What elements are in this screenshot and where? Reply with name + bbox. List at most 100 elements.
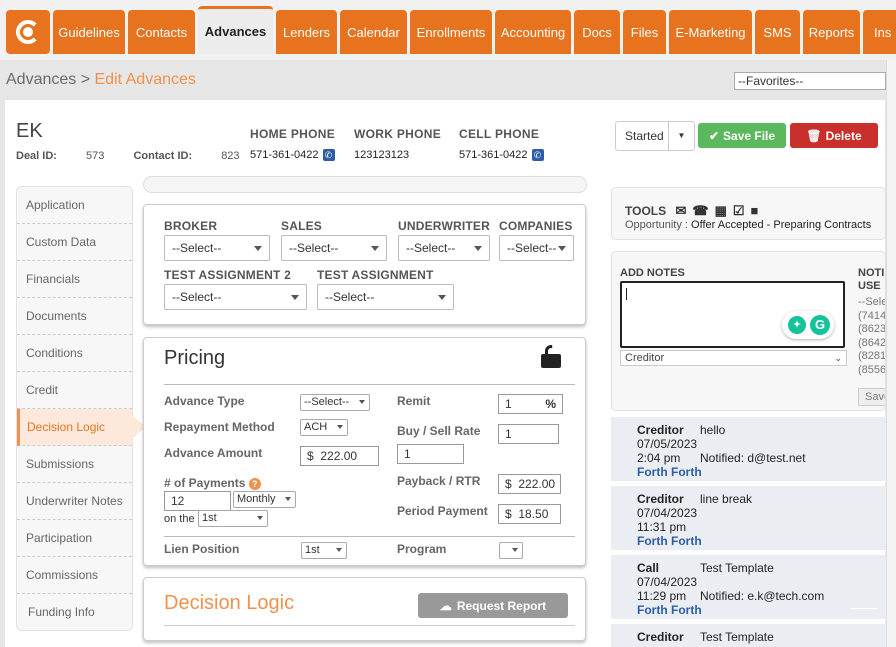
logo-icon	[16, 20, 40, 44]
note-notified: Notified: e.k@tech.com	[700, 589, 825, 603]
period-payment-input[interactable]: $ 18.50	[498, 504, 561, 524]
frequency-select[interactable]: Monthly	[233, 491, 296, 508]
sell-rate-input[interactable]: 1	[397, 444, 464, 464]
underwriter-select[interactable]: --Select--	[398, 235, 490, 261]
note-item[interactable]: Creditor hello 07/05/2023 2:04 pm Notifi…	[611, 417, 886, 482]
sidebar-item-submissions[interactable]: Submissions	[17, 446, 132, 483]
lightbulb-icon[interactable]: ✦	[788, 316, 806, 334]
sidebar-item-credit[interactable]: Credit	[17, 372, 132, 409]
advance-type-label: Advance Type	[164, 394, 245, 408]
remit-input[interactable]: 1%	[498, 394, 563, 414]
grammarly-icon[interactable]: G	[810, 315, 830, 335]
advance-amount-input[interactable]: $ 222.00	[300, 446, 379, 466]
email-icon[interactable]: ✉	[675, 203, 686, 219]
add-notes-textarea[interactable]: ✦ G	[620, 281, 845, 348]
tab-guidelines[interactable]: Guidelines	[53, 10, 125, 54]
companies-label: COMPANIES	[499, 219, 573, 233]
breadcrumb-root[interactable]: Advances	[6, 71, 76, 88]
tab-files[interactable]: Files	[623, 10, 666, 54]
request-report-button[interactable]: ☁ Request Report	[418, 593, 568, 618]
note-author[interactable]: Forth Forth	[637, 534, 702, 548]
companies-select[interactable]: --Select--	[499, 235, 574, 261]
broker-select[interactable]: --Select--	[164, 235, 270, 261]
cell-phone-value: 571-361-0422	[459, 149, 528, 161]
favorites-select[interactable]: --Favorites--	[734, 72, 886, 90]
payments-input[interactable]: 12	[164, 491, 231, 511]
sidebar-item-documents[interactable]: Documents	[17, 298, 132, 335]
advance-type-select[interactable]: --Select--	[300, 394, 370, 411]
tab-sms[interactable]: SMS	[755, 10, 800, 54]
sidebar-item-funding-info[interactable]: Funding Info	[17, 594, 132, 631]
tab-advances[interactable]: Advances	[198, 6, 273, 54]
tab-contacts[interactable]: Contacts	[128, 10, 195, 54]
work-phone-value: 123123123	[354, 149, 410, 161]
help-icon[interactable]: ?	[248, 478, 261, 490]
sidebar-item-commissions[interactable]: Commissions	[17, 557, 132, 594]
tab-enrollments[interactable]: Enrollments	[410, 10, 492, 54]
tab-e-marketing[interactable]: E-Marketing	[669, 10, 752, 54]
sidebar-item-underwriter-notes[interactable]: Underwriter Notes	[17, 483, 132, 520]
cell-phone: CELL PHONE 571-361-0422 ✆	[459, 127, 544, 161]
tab-reports[interactable]: Reports	[803, 10, 860, 54]
user-option[interactable]: (8642	[858, 337, 885, 351]
lien-position-select[interactable]: 1st	[301, 542, 347, 559]
note-item[interactable]: Call Test Template 07/04/2023 11:29 pm N…	[611, 555, 886, 620]
program-select[interactable]	[499, 542, 523, 559]
text-cursor	[626, 288, 627, 300]
payments-label-text: # of Payments	[164, 476, 246, 490]
note-author[interactable]: Forth Forth	[637, 603, 702, 617]
user-option[interactable]: (7414	[858, 310, 885, 324]
status-select[interactable]: Started ▼	[615, 121, 695, 151]
sidebar-item-financials[interactable]: Financials	[17, 261, 132, 298]
progress-track	[143, 176, 587, 193]
calendar-icon[interactable]: ▦	[715, 203, 727, 219]
payback-value: 222.00	[518, 477, 556, 491]
note-type-select[interactable]: Creditor ⌄	[620, 350, 847, 366]
delete-button[interactable]: 🗑 Delete	[790, 123, 878, 148]
sidebar-item-application[interactable]: Application	[17, 187, 132, 224]
user-option[interactable]: (8281	[858, 350, 885, 364]
page-scrollbar[interactable]	[886, 60, 896, 647]
cell-phone-label: CELL PHONE	[459, 127, 540, 141]
tab-calendar[interactable]: Calendar	[340, 10, 407, 54]
test-assignment-select[interactable]: --Select--	[317, 284, 454, 310]
notify-users-list[interactable]: --Sele (7414 (8623 (8642 (8281 (8556	[858, 296, 885, 378]
note-item[interactable]: Creditor Test Template	[611, 624, 886, 647]
unlock-icon[interactable]	[540, 345, 562, 369]
phone-icon[interactable]: ✆	[531, 149, 544, 161]
test-assignment-2-select[interactable]: --Select--	[164, 284, 307, 310]
phone-icon[interactable]: ✆	[322, 149, 335, 161]
note-item[interactable]: Creditor line break 07/04/2023 11:31 pm …	[611, 486, 886, 551]
sales-select[interactable]: --Select--	[281, 235, 387, 261]
grammar-widget[interactable]: ✦ G	[782, 311, 834, 339]
tab-accounting[interactable]: Accounting	[495, 10, 571, 54]
note-title: Creditor	[637, 492, 684, 506]
chevron-down-icon[interactable]: ▼	[668, 122, 694, 150]
note-author[interactable]: Forth Forth	[637, 465, 702, 479]
note-divider	[851, 608, 877, 609]
lien-position-label: Lien Position	[164, 542, 240, 556]
sidebar-item-custom-data[interactable]: Custom Data	[17, 224, 132, 261]
note-time: 2:04 pm	[637, 451, 681, 465]
sidebar-item-participation[interactable]: Participation	[17, 520, 132, 557]
tab-lenders[interactable]: Lenders	[276, 10, 337, 54]
payback-input[interactable]: $ 222.00	[498, 474, 561, 494]
repayment-method-select[interactable]: ACH	[300, 419, 348, 436]
day-select[interactable]: 1st	[198, 510, 268, 527]
phone-icon[interactable]: ☎	[692, 203, 708, 219]
sidebar-item-decision-logic[interactable]: Decision Logic	[17, 409, 146, 446]
user-option[interactable]: (8556	[858, 364, 885, 378]
sidebar-item-conditions[interactable]: Conditions	[17, 335, 132, 372]
save-note-button[interactable]: Save	[858, 388, 885, 406]
checklist-icon[interactable]: ☑	[733, 203, 745, 219]
user-option[interactable]: (8623	[858, 323, 885, 337]
work-phone-label: WORK PHONE	[354, 127, 441, 141]
app-logo[interactable]	[6, 10, 50, 54]
tab-docs[interactable]: Docs	[574, 10, 620, 54]
buy-rate-input[interactable]: 1	[498, 424, 559, 444]
user-option[interactable]: --Sele	[858, 296, 885, 310]
save-file-button[interactable]: ✔ Save File	[698, 123, 786, 148]
chat-icon[interactable]: ■	[751, 203, 759, 218]
tab-ins[interactable]: Ins	[863, 10, 896, 54]
deal-id: 573	[86, 150, 105, 162]
